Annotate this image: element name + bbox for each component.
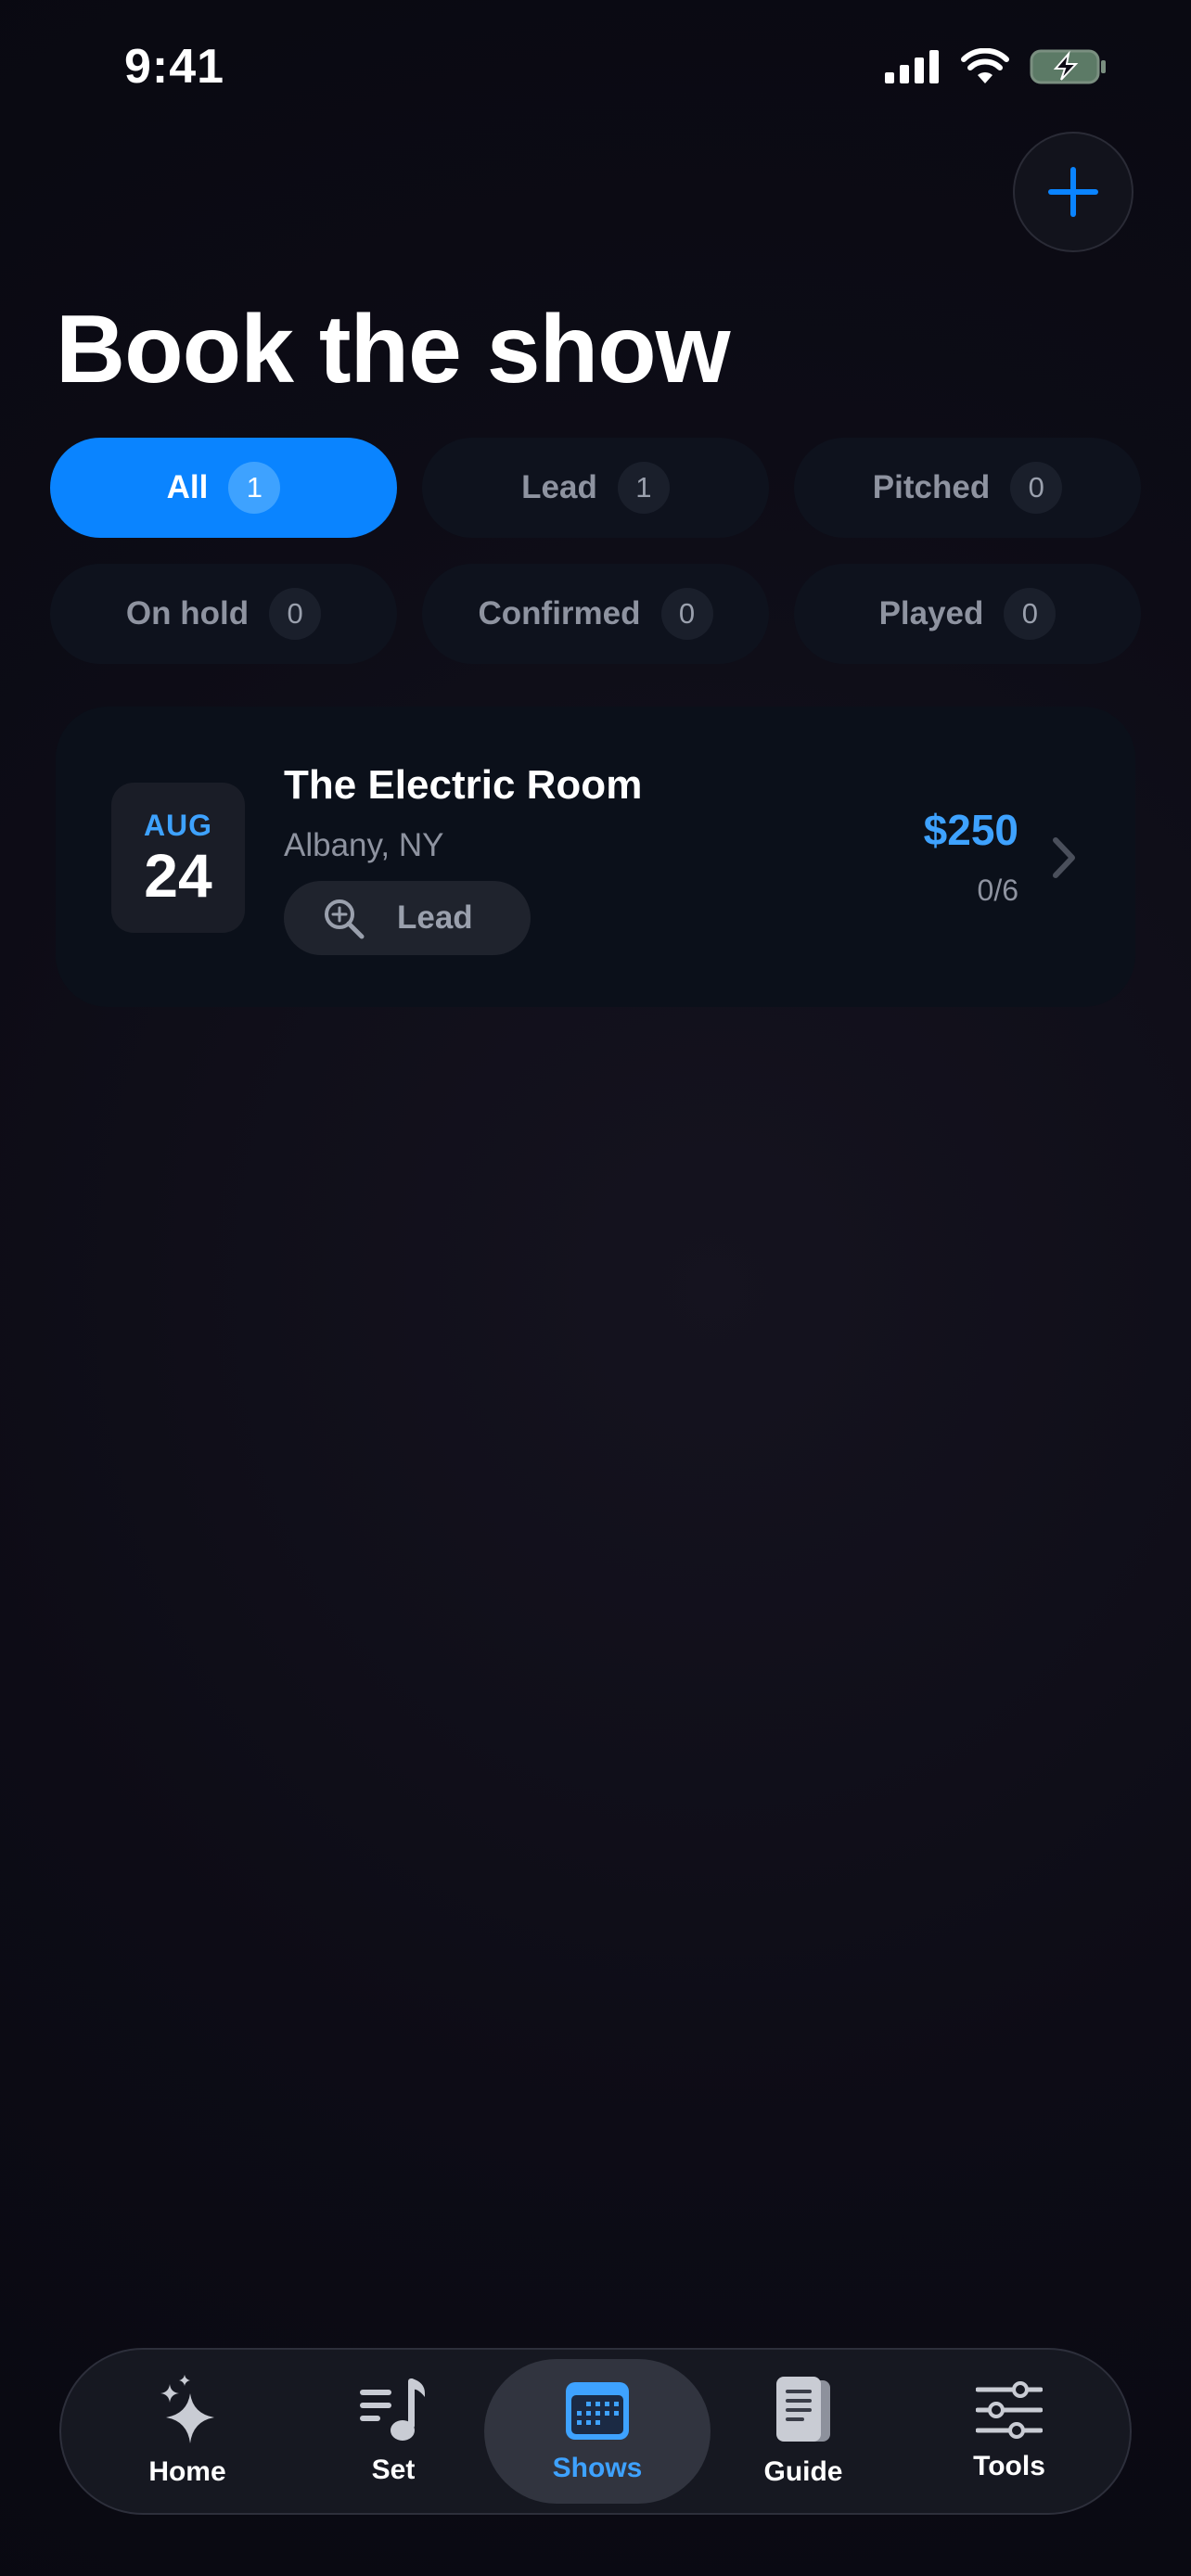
tab-set[interactable]: Set	[289, 2359, 497, 2504]
filter-chip-label: On hold	[125, 595, 250, 631]
filter-chip-count: 0	[1004, 588, 1057, 640]
sliders-icon	[976, 2381, 1043, 2439]
filter-chip-confirmed[interactable]: Confirmed 0	[422, 564, 769, 664]
page-title: Book the show	[56, 296, 731, 403]
add-show-button[interactable]	[1013, 132, 1133, 252]
filter-chip-count: 0	[1010, 462, 1063, 514]
date-tile: AUG 24	[111, 783, 245, 933]
tab-tools[interactable]: Tools	[905, 2359, 1113, 2504]
show-card[interactable]: AUG 24 The Electric Room Albany, NY Lead…	[56, 707, 1135, 1007]
calendar-icon	[566, 2382, 629, 2440]
venue-name: The Electric Room	[284, 762, 643, 808]
filter-chip-count: 1	[228, 462, 281, 514]
checklist-progress: 0/6	[977, 874, 1018, 907]
filter-chip-count: 0	[660, 588, 713, 640]
show-price: $250	[923, 806, 1018, 854]
filter-chip-lead[interactable]: Lead 1	[422, 438, 769, 538]
battery-charging-icon	[1030, 49, 1106, 84]
filter-chip-label: Confirmed	[478, 595, 641, 631]
music-list-icon	[360, 2378, 425, 2441]
venue-city: Albany, NY	[284, 827, 444, 863]
filter-chip-count: 0	[269, 588, 322, 640]
sparkles-icon	[160, 2375, 214, 2443]
filter-chip-label: Played	[878, 595, 984, 631]
tab-guide[interactable]: Guide	[699, 2359, 907, 2504]
status-badge: Lead	[284, 881, 531, 955]
date-day: 24	[144, 840, 212, 910]
book-icon	[776, 2377, 830, 2442]
filter-chip-played[interactable]: Played 0	[794, 564, 1141, 664]
date-month: AUG	[143, 808, 213, 842]
wifi-icon	[961, 48, 1009, 83]
filter-chip-label: Lead	[521, 469, 597, 505]
tab-label: Set	[371, 2455, 416, 2485]
filter-chip-label: All	[166, 469, 209, 505]
filter-chip-count: 1	[617, 462, 670, 514]
tab-home[interactable]: Home	[83, 2359, 291, 2504]
filter-chip-label: Pitched	[872, 469, 991, 505]
tab-shows[interactable]: Shows	[484, 2359, 711, 2504]
status-time: 9:41	[124, 40, 225, 94]
filter-chip-on-hold[interactable]: On hold 0	[50, 564, 397, 664]
filter-chip-all[interactable]: All 1	[50, 438, 397, 538]
filter-chip-pitched[interactable]: Pitched 0	[794, 438, 1141, 538]
tab-bar: Home Set Shows Guide Tools	[59, 2348, 1132, 2515]
tab-label: Tools	[973, 2451, 1045, 2481]
status-label: Lead	[397, 899, 473, 936]
tab-label: Home	[148, 2456, 226, 2487]
plus-icon	[1048, 167, 1098, 217]
cellular-signal-icon	[885, 50, 939, 83]
status-icons	[885, 48, 1108, 85]
tab-label: Shows	[552, 2453, 643, 2483]
magnifier-plus-icon	[325, 899, 365, 939]
tab-label: Guide	[763, 2456, 843, 2487]
chevron-right-icon	[1053, 837, 1075, 878]
